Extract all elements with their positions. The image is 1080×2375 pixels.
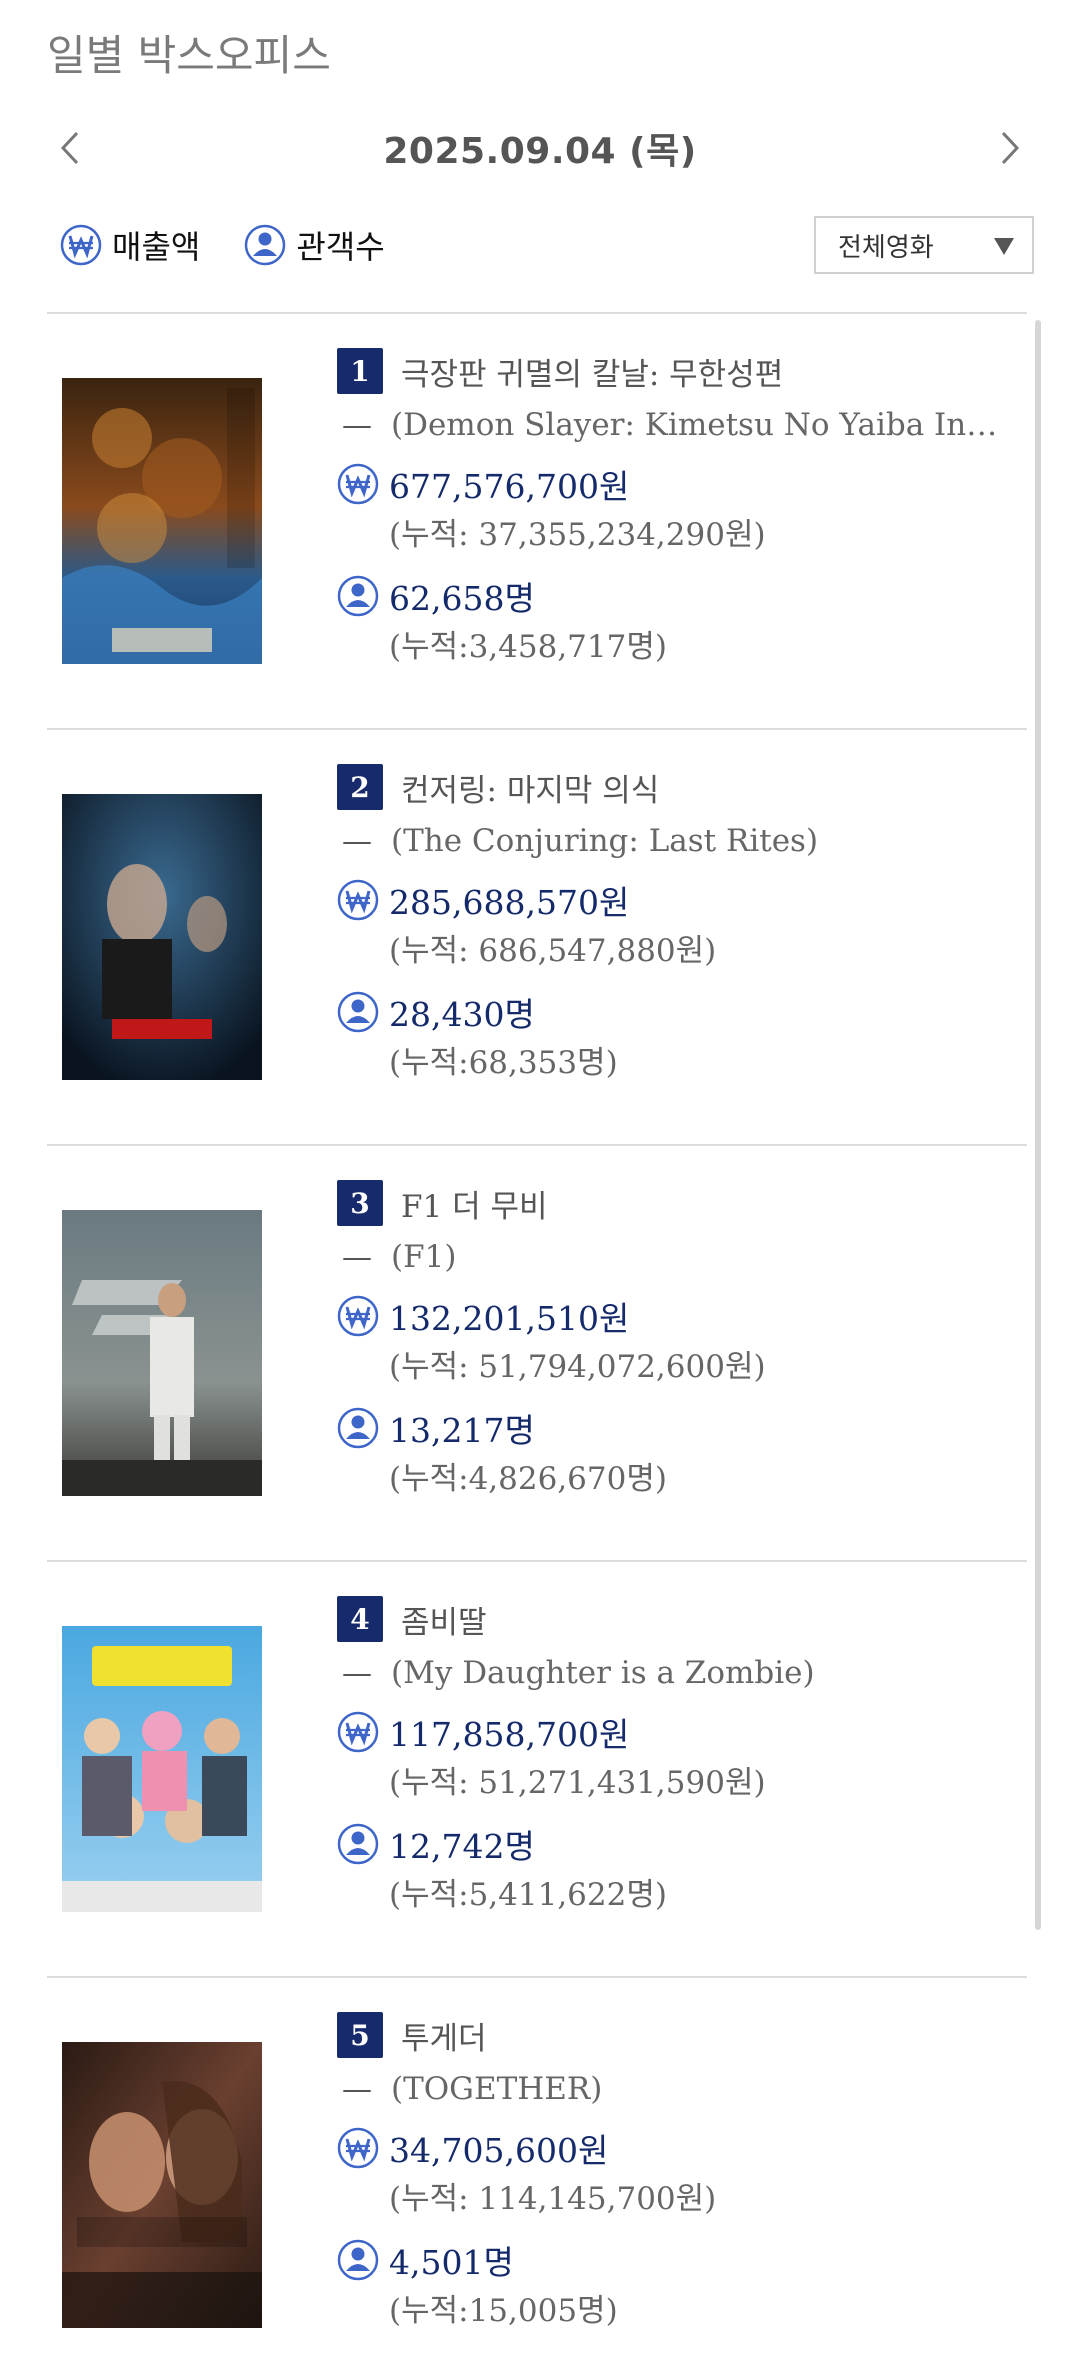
daily-revenue: 132,201,510원 xyxy=(389,1299,630,1338)
cumulative-revenue: (누적: 686,547,880원) xyxy=(389,933,717,969)
person-icon xyxy=(245,224,286,266)
poster-image xyxy=(62,1626,262,1912)
movie-poster[interactable] xyxy=(62,378,262,664)
legend-audience: 관객수 xyxy=(244,222,385,268)
list-item[interactable]: 2 컨저링: 마지막 의식 — (The Conjuring: Last Rit… xyxy=(47,728,1027,1144)
list-item[interactable]: 3 F1 더 무비 — (F1) 132,201,510원 (누적: 51,79… xyxy=(47,1144,1027,1560)
won-icon xyxy=(337,1295,379,1337)
movie-poster[interactable] xyxy=(62,2042,262,2328)
daily-audience: 28,430명 xyxy=(389,995,535,1034)
chevron-right-icon xyxy=(1001,131,1020,165)
cumulative-revenue: (누적: 51,271,431,590원) xyxy=(389,1765,766,1801)
movie-title-en: (F1) xyxy=(391,1239,457,1275)
won-icon xyxy=(60,224,102,266)
legend-audience-label: 관객수 xyxy=(296,228,385,266)
movie-title-en: (My Daughter is a Zombie) xyxy=(391,1655,815,1691)
movie-poster[interactable] xyxy=(62,794,262,1080)
cumulative-audience: (누적:4,826,670명) xyxy=(389,1461,667,1497)
cumulative-audience: (누적:3,458,717명) xyxy=(389,629,667,665)
person-icon xyxy=(337,2239,379,2281)
legend-revenue-label: 매출액 xyxy=(112,228,201,266)
won-icon xyxy=(337,879,379,921)
legend-revenue: 매출액 xyxy=(60,222,200,268)
current-date: 2025.09.04 (목) xyxy=(383,131,697,172)
rank-badge: 3 xyxy=(337,1180,383,1226)
rank-badge: 2 xyxy=(337,764,383,810)
daily-audience: 12,742명 xyxy=(389,1827,535,1866)
person-icon xyxy=(337,1407,379,1449)
caret-down-icon xyxy=(994,238,1014,255)
page-title: 일별 박스오피스 xyxy=(47,31,331,80)
poster-image xyxy=(62,2042,262,2328)
scrollbar[interactable] xyxy=(1035,320,1041,1930)
movie-title-ko[interactable]: 컨저링: 마지막 의식 xyxy=(401,765,659,810)
daily-audience: 62,658명 xyxy=(389,579,535,618)
next-date-button[interactable] xyxy=(980,118,1040,178)
won-icon xyxy=(337,2127,379,2169)
rank-badge: 1 xyxy=(337,348,383,394)
cumulative-audience: (누적:68,353명) xyxy=(389,1045,618,1081)
title-dash: — xyxy=(342,1655,372,1691)
list-item[interactable]: 5 투게더 — (TOGETHER) 34,705,600원 (누적: 114,… xyxy=(47,1976,1027,2375)
movie-title-ko[interactable]: 극장판 귀멸의 칼날: 무한성편 xyxy=(401,349,783,394)
title-dash: — xyxy=(342,2071,372,2107)
won-icon xyxy=(337,463,379,505)
person-icon xyxy=(337,575,379,617)
box-office-list: 1 극장판 귀멸의 칼날: 무한성편 — (Demon Slayer: Kime… xyxy=(47,312,1027,2375)
movie-poster[interactable] xyxy=(62,1210,262,1496)
movie-title-en: (The Conjuring: Last Rites) xyxy=(391,823,819,859)
poster-image xyxy=(62,794,262,1080)
rank-badge: 4 xyxy=(337,1596,383,1642)
person-icon xyxy=(337,1823,379,1865)
daily-audience: 4,501명 xyxy=(389,2243,514,2282)
title-dash: — xyxy=(342,1239,372,1275)
daily-revenue: 34,705,600원 xyxy=(389,2131,609,2170)
legend: 매출액 관객수 xyxy=(60,220,429,270)
movie-title-ko[interactable]: F1 더 무비 xyxy=(401,1181,548,1226)
date-navigation: 2025.09.04 (목) xyxy=(0,118,1080,178)
movie-poster[interactable] xyxy=(62,1626,262,1912)
won-icon xyxy=(337,1711,379,1753)
daily-revenue: 677,576,700원 xyxy=(389,467,630,506)
list-item[interactable]: 4 좀비딸 — (My Daughter is a Zombie) 117,85… xyxy=(47,1560,1027,1976)
title-dash: — xyxy=(342,407,372,443)
list-item[interactable]: 1 극장판 귀멸의 칼날: 무한성편 — (Demon Slayer: Kime… xyxy=(47,312,1027,728)
movie-title-ko[interactable]: 투게더 xyxy=(401,2013,487,2058)
cumulative-revenue: (누적: 114,145,700원) xyxy=(389,2181,717,2217)
poster-image xyxy=(62,378,262,664)
cumulative-audience: (누적:5,411,622명) xyxy=(389,1877,667,1913)
cumulative-revenue: (누적: 51,794,072,600원) xyxy=(389,1349,766,1385)
daily-revenue: 117,858,700원 xyxy=(389,1715,630,1754)
movie-title-en: (Demon Slayer: Kimetsu No Yaiba Infinity… xyxy=(391,407,1011,443)
poster-image xyxy=(62,1210,262,1496)
movie-filter-select[interactable]: 전체영화 xyxy=(814,216,1034,274)
cumulative-audience: (누적:15,005명) xyxy=(389,2293,618,2329)
movie-title-ko[interactable]: 좀비딸 xyxy=(401,1597,487,1642)
rank-badge: 5 xyxy=(337,2012,383,2058)
daily-audience: 13,217명 xyxy=(389,1411,535,1450)
filter-selected-value: 전체영화 xyxy=(838,232,934,263)
person-icon xyxy=(337,991,379,1033)
movie-title-en: (TOGETHER) xyxy=(391,2071,603,2107)
cumulative-revenue: (누적: 37,355,234,290원) xyxy=(389,517,766,553)
title-dash: — xyxy=(342,823,372,859)
daily-revenue: 285,688,570원 xyxy=(389,883,630,922)
